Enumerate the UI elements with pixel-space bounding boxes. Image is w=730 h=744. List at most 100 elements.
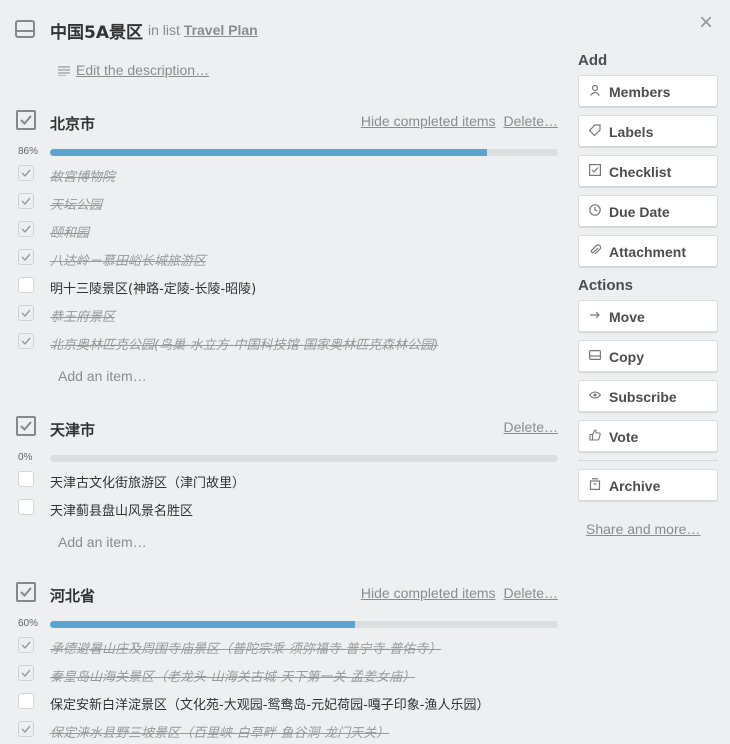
checklist-item[interactable]: 北京奥林匹克公园(鸟巢-水立方-中国科技馆-国家奥林匹克森林公园) xyxy=(14,328,558,356)
checklist-item[interactable]: 八达岭－慕田峪长城旅游区 xyxy=(14,244,558,272)
item-checkbox[interactable] xyxy=(18,665,34,681)
subscribe-button[interactable]: Subscribe xyxy=(578,380,718,412)
checklist-label: Checklist xyxy=(609,164,672,180)
delete-checklist-link[interactable]: Delete… xyxy=(504,419,558,435)
hide-completed-link[interactable]: Hide completed items xyxy=(361,113,496,129)
add-item-link[interactable]: Add an item… xyxy=(14,364,558,388)
progress-fill xyxy=(50,621,355,628)
item-text[interactable]: 明十三陵景区(神路-定陵-长陵-昭陵) xyxy=(50,278,256,297)
item-text[interactable]: 保定涞水县野三坡景区（百里峡-白草畔-鱼谷洞-龙门天关） xyxy=(50,722,389,741)
vote-button[interactable]: Vote xyxy=(578,420,718,452)
move-button[interactable]: Move xyxy=(578,300,718,332)
card-icon xyxy=(589,349,602,363)
in-list-prefix: in list xyxy=(148,22,180,38)
labels-button[interactable]: Labels xyxy=(578,115,718,147)
item-text[interactable]: 天坛公园 xyxy=(50,194,102,213)
checklist-title[interactable]: 河北省 xyxy=(50,585,95,606)
item-checkbox[interactable] xyxy=(18,249,34,265)
archive-button[interactable]: Archive xyxy=(578,469,718,501)
delete-checklist-link[interactable]: Delete… xyxy=(504,585,558,601)
item-text[interactable]: 恭王府景区 xyxy=(50,306,115,325)
add-buttons: Members Labels Checklist Due Date Attachment xyxy=(578,75,718,267)
check-icon xyxy=(21,725,31,734)
check-icon xyxy=(21,225,31,234)
checklist-actions: Hide completed items Delete… xyxy=(353,113,558,129)
item-text[interactable]: 秦皇岛山海关景区（老龙头-山海关古城-天下第一关-孟姜女庙） xyxy=(50,666,415,685)
checklist-icon xyxy=(16,110,36,130)
delete-checklist-link[interactable]: Delete… xyxy=(504,113,558,129)
progress-bar xyxy=(50,149,558,156)
item-checkbox[interactable] xyxy=(18,499,34,515)
item-checkbox[interactable] xyxy=(18,693,34,709)
progress-percent: 86% xyxy=(18,146,39,157)
list-name-link[interactable]: Travel Plan xyxy=(184,22,258,38)
card-title[interactable]: 中国5A景区 xyxy=(50,18,143,43)
sidebar: Add Members Labels Checklist Due Date Attach… xyxy=(578,48,718,537)
add-item-label: Add an item… xyxy=(58,534,147,550)
item-checkbox[interactable] xyxy=(18,277,34,293)
checklist-item[interactable]: 天津蓟县盘山风景名胜区 xyxy=(14,494,558,522)
checklist-button[interactable]: Checklist xyxy=(578,155,718,187)
item-text[interactable]: 颐和园 xyxy=(50,222,89,241)
hide-completed-link[interactable]: Hide completed items xyxy=(361,585,496,601)
progress-bar xyxy=(50,455,558,462)
item-checkbox[interactable] xyxy=(18,221,34,237)
checklist-progress: 86% xyxy=(14,146,558,160)
checklist-item[interactable]: 承德避暑山庄及周围寺庙景区（普陀宗乘-须弥福寺-普宁寺-普佑寺） xyxy=(14,632,558,660)
archive-slot: Archive xyxy=(578,469,718,501)
check-icon xyxy=(21,253,31,262)
checklist-item[interactable]: 明十三陵景区(神路-定陵-长陵-昭陵) xyxy=(14,272,558,300)
check-icon xyxy=(21,337,31,346)
check-icon xyxy=(21,309,31,318)
item-text[interactable]: 保定安新白洋淀景区（文化苑-大观园-鸳鸯岛-元妃荷园-嘎子印象-渔人乐园） xyxy=(50,694,489,713)
close-icon[interactable]: × xyxy=(696,11,716,35)
checklist-title[interactable]: 北京市 xyxy=(50,113,95,134)
item-text[interactable]: 天津古文化街旅游区（津门故里） xyxy=(50,472,245,491)
checklist-item[interactable]: 保定安新白洋淀景区（文化苑-大观园-鸳鸯岛-元妃荷园-嘎子印象-渔人乐园） xyxy=(14,688,558,716)
checklist-item[interactable]: 故宫博物院 xyxy=(14,160,558,188)
eye-icon xyxy=(588,389,602,403)
due-date-button[interactable]: Due Date xyxy=(578,195,718,227)
share-and-more-link[interactable]: Share and more… xyxy=(586,521,718,537)
checklist-item[interactable]: 颐和园 xyxy=(14,216,558,244)
progress-bar xyxy=(50,621,558,628)
edit-description-link[interactable]: Edit the description… xyxy=(58,62,209,79)
item-text[interactable]: 八达岭－慕田峪长城旅游区 xyxy=(50,250,206,269)
progress-fill xyxy=(50,149,487,156)
item-checkbox[interactable] xyxy=(18,721,34,737)
checklist-icon xyxy=(16,582,36,602)
item-text[interactable]: 天津蓟县盘山风景名胜区 xyxy=(50,500,193,519)
item-text[interactable]: 故宫博物院 xyxy=(50,166,115,185)
add-item-label: Add an item… xyxy=(58,368,147,384)
check-icon xyxy=(21,669,31,678)
item-checkbox[interactable] xyxy=(18,165,34,181)
card-icon xyxy=(14,18,36,40)
paperclip-icon xyxy=(589,244,602,258)
check-icon xyxy=(21,641,31,650)
move-label: Move xyxy=(609,309,645,325)
clock-icon xyxy=(589,204,601,218)
members-label: Members xyxy=(609,84,671,100)
checklist-item[interactable]: 恭王府景区 xyxy=(14,300,558,328)
checklist-item[interactable]: 保定涞水县野三坡景区（百里峡-白草畔-鱼谷洞-龙门天关） xyxy=(14,716,558,744)
checklist-actions: Hide completed items Delete… xyxy=(353,585,558,601)
item-checkbox[interactable] xyxy=(18,193,34,209)
item-checkbox[interactable] xyxy=(18,305,34,321)
item-text[interactable]: 承德避暑山庄及周围寺庙景区（普陀宗乘-须弥福寺-普宁寺-普佑寺） xyxy=(50,638,441,657)
checklist-item[interactable]: 秦皇岛山海关景区（老龙头-山海关古城-天下第一关-孟姜女庙） xyxy=(14,660,558,688)
item-text[interactable]: 北京奥林匹克公园(鸟巢-水立方-中国科技馆-国家奥林匹克森林公园) xyxy=(50,334,438,353)
thumbs-up-icon xyxy=(589,429,601,443)
add-item-link[interactable]: Add an item… xyxy=(14,530,558,554)
checklist-progress: 60% xyxy=(14,618,558,632)
members-button[interactable]: Members xyxy=(578,75,718,107)
checklist-item[interactable]: 天津古文化街旅游区（津门故里） xyxy=(14,466,558,494)
copy-button[interactable]: Copy xyxy=(578,340,718,372)
attachment-button[interactable]: Attachment xyxy=(578,235,718,267)
item-checkbox[interactable] xyxy=(18,333,34,349)
checklist-item[interactable]: 天坛公园 xyxy=(14,188,558,216)
check-icon xyxy=(21,169,31,178)
item-checkbox[interactable] xyxy=(18,471,34,487)
subscribe-label: Subscribe xyxy=(609,389,677,405)
item-checkbox[interactable] xyxy=(18,637,34,653)
checklist-title[interactable]: 天津市 xyxy=(50,419,95,440)
